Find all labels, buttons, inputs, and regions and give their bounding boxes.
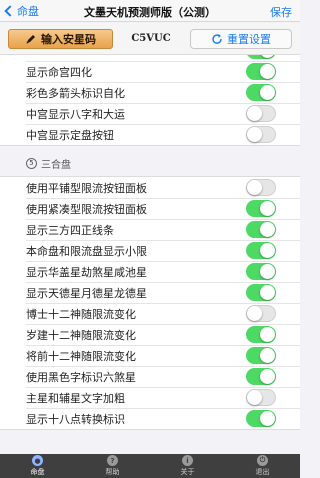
toggle-switch[interactable] <box>246 284 276 301</box>
tab-help[interactable]: ? 帮助 <box>75 454 150 478</box>
pencil-icon <box>26 35 35 44</box>
tab-label: 关于 <box>180 468 195 476</box>
import-star-code-button[interactable]: 输入安星码 <box>8 29 113 49</box>
tab-exit[interactable]: ⏻ 退出 <box>225 454 300 478</box>
setting-label: 主星和辅星文字加粗 <box>26 391 125 405</box>
info-icon: i <box>182 455 193 466</box>
setting-row: 彩色多箭头标识自化 <box>0 82 300 103</box>
setting-row: 使用平铺型限流按钮面板 <box>0 177 300 198</box>
reset-button-label: 重置设置 <box>227 33 271 46</box>
setting-label: 显示命宫四化 <box>26 65 92 79</box>
tab-bar: ● 命盘 ? 帮助 i 关于 ⏻ 退出 <box>0 454 300 478</box>
setting-label: 岁建十二神随限流变化 <box>26 328 136 342</box>
import-button-label: 输入安星码 <box>41 33 96 46</box>
section-header-sanhe: 5 三合盘 <box>0 152 300 174</box>
toggle-switch[interactable] <box>246 84 276 101</box>
refresh-icon <box>212 34 222 44</box>
toggle-switch[interactable] <box>246 410 276 427</box>
tab-label: 退出 <box>255 468 270 476</box>
setting-row: 显示天德星月德星龙德星 <box>0 282 300 303</box>
toggle-switch[interactable] <box>246 347 276 364</box>
save-button[interactable]: 保存 <box>270 4 292 20</box>
setting-row: 显示十八点转换标识 <box>0 408 300 429</box>
toggle-switch[interactable] <box>246 221 276 238</box>
setting-label: 使用黑色字标识六煞星 <box>26 370 136 384</box>
toggle-switch[interactable] <box>246 55 276 59</box>
back-button[interactable]: 命盘 <box>4 3 39 19</box>
setting-row: 显示命宫四化 <box>0 61 300 82</box>
setting-row: 显示华盖星劫煞星咸池星 <box>0 261 300 282</box>
toggle-switch[interactable] <box>246 179 276 196</box>
setting-row: 博士十二神随限流变化 <box>0 303 300 324</box>
toggle-switch[interactable] <box>246 242 276 259</box>
settings-screen: 命盘 文墨天机预测师版（公测） 保存 输入安星码 C5VUC 重置设置 显示命宫… <box>0 0 300 478</box>
settings-group-sanhe: 使用平铺型限流按钮面板 使用紧凑型限流按钮面板 显示三方四正线条 本命盘和限流盘… <box>0 176 300 430</box>
star-code-value: C5VUC <box>131 33 171 44</box>
setting-label: 中宫显示定盘按钮 <box>26 128 114 142</box>
setting-label: 使用紧凑型限流按钮面板 <box>26 202 147 216</box>
back-button-label: 命盘 <box>17 5 39 18</box>
tab-label: 帮助 <box>105 468 120 476</box>
toggle-switch[interactable] <box>246 368 276 385</box>
help-icon: ? <box>107 455 118 466</box>
setting-row: 岁建十二神随限流变化 <box>0 324 300 345</box>
setting-label: 使用平铺型限流按钮面板 <box>26 181 147 195</box>
navigation-bar: 命盘 文墨天机预测师版（公测） 保存 <box>0 0 300 22</box>
chevron-left-icon <box>4 5 16 17</box>
settings-group-chart: 显示命宫四化 彩色多箭头标识自化 中宫显示八字和大运 中宫显示定盘按钮 <box>0 55 300 146</box>
tab-label: 命盘 <box>30 468 45 476</box>
toggle-switch[interactable] <box>246 326 276 343</box>
toggle-switch[interactable] <box>246 105 276 122</box>
toggle-switch[interactable] <box>246 305 276 322</box>
setting-row: 使用黑色字标识六煞星 <box>0 366 300 387</box>
section-number-icon: 5 <box>26 157 37 169</box>
reset-settings-button[interactable]: 重置设置 <box>190 29 292 49</box>
toggle-switch[interactable] <box>246 126 276 143</box>
setting-row: 使用紧凑型限流按钮面板 <box>0 198 300 219</box>
setting-label: 显示十八点转换标识 <box>26 412 125 426</box>
setting-row: 显示三方四正线条 <box>0 219 300 240</box>
toggle-switch[interactable] <box>246 200 276 217</box>
setting-label: 彩色多箭头标识自化 <box>26 86 125 100</box>
setting-row: 中宫显示定盘按钮 <box>0 124 300 145</box>
setting-label: 将前十二神随限流变化 <box>26 349 136 363</box>
setting-row: 主星和辅星文字加粗 <box>0 387 300 408</box>
tab-chart[interactable]: ● 命盘 <box>0 454 75 478</box>
setting-label: 显示华盖星劫煞星咸池星 <box>26 265 147 279</box>
page-title: 文墨天机预测师版（公测） <box>84 6 216 19</box>
setting-row: 本命盘和限流盘显示小限 <box>0 240 300 261</box>
setting-label: 本命盘和限流盘显示小限 <box>26 244 147 258</box>
setting-label: 显示三方四正线条 <box>26 223 114 237</box>
setting-label: 博士十二神随限流变化 <box>26 307 136 321</box>
toggle-switch[interactable] <box>246 63 276 80</box>
tab-about[interactable]: i 关于 <box>150 454 225 478</box>
settings-list[interactable]: 显示命宫四化 彩色多箭头标识自化 中宫显示八字和大运 中宫显示定盘按钮 5 三合… <box>0 55 300 454</box>
toggle-switch[interactable] <box>246 389 276 406</box>
toolbar: 输入安星码 C5VUC 重置设置 <box>0 23 300 55</box>
exit-icon: ⏻ <box>257 455 268 466</box>
setting-label: 中宫显示八字和大运 <box>26 107 125 121</box>
setting-row: 中宫显示八字和大运 <box>0 103 300 124</box>
toggle-switch[interactable] <box>246 263 276 280</box>
chart-disc-icon: ● <box>32 455 43 466</box>
section-title: 三合盘 <box>41 159 71 171</box>
setting-row: 将前十二神随限流变化 <box>0 345 300 366</box>
setting-label: 显示天德星月德星龙德星 <box>26 286 147 300</box>
